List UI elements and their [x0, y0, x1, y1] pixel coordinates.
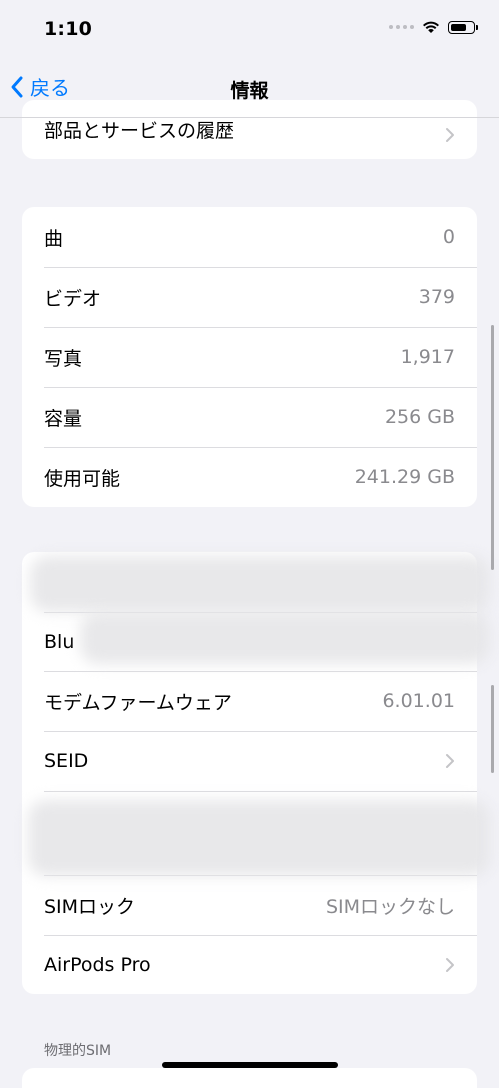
section-header-physical-sim: 物理的SIM: [44, 1043, 112, 1059]
redaction-blur: [30, 556, 490, 612]
chevron-right-icon: [446, 958, 454, 972]
stat-row-photos: 写真 1,917: [22, 327, 477, 387]
service-history-card: 部品とサービスの履歴: [22, 100, 477, 159]
stat-label: ビデオ: [44, 287, 102, 310]
stat-value: 379: [418, 286, 455, 308]
modem-firmware-value: 6.01.01: [382, 690, 455, 712]
stat-row-available: 使用可能 241.29 GB: [22, 447, 477, 507]
airpods-row[interactable]: AirPods Pro: [22, 935, 477, 994]
sim-lock-label: SIMロック: [44, 895, 136, 918]
stat-label: 写真: [44, 347, 83, 370]
status-time: 1:10: [44, 18, 93, 40]
home-indicator[interactable]: [162, 1062, 338, 1068]
battery-icon: [448, 20, 478, 34]
airpods-label: AirPods Pro: [44, 954, 151, 976]
stat-value: 256 GB: [384, 406, 455, 428]
status-bar: 1:10: [0, 0, 499, 60]
wifi-icon: [423, 21, 439, 33]
stat-value: 241.29 GB: [354, 466, 455, 488]
modem-firmware-label: モデムファームウェア: [44, 691, 232, 714]
nav-divider: [0, 117, 499, 118]
redaction-blur: [28, 800, 490, 876]
stat-row-capacity: 容量 256 GB: [22, 387, 477, 447]
seid-row[interactable]: SEID: [22, 731, 477, 791]
page-title: 情報: [230, 80, 269, 102]
chevron-right-icon: [446, 754, 454, 768]
stat-label: 曲: [44, 227, 64, 250]
stat-label: 使用可能: [44, 467, 121, 490]
scroll-indicator[interactable]: [491, 325, 494, 570]
stat-value: 0: [442, 226, 455, 248]
cellular-signal-icon: [389, 25, 414, 29]
stat-row-songs: 曲 0: [22, 207, 477, 267]
service-history-label: 部品とサービスの履歴: [44, 120, 235, 142]
status-icons: [389, 20, 478, 34]
stat-row-videos: ビデオ 379: [22, 267, 477, 327]
sim-lock-row: SIMロック SIMロックなし: [22, 875, 477, 935]
chevron-right-icon: [446, 128, 454, 142]
stat-value: 1,917: [400, 346, 455, 368]
sim-lock-value: SIMロックなし: [325, 895, 455, 918]
scroll-indicator[interactable]: [491, 685, 494, 773]
seid-label: SEID: [44, 750, 89, 772]
redaction-blur: [80, 612, 490, 664]
physical-sim-card: [22, 1068, 477, 1088]
modem-firmware-row: モデムファームウェア 6.01.01: [22, 671, 477, 731]
stat-label: 容量: [44, 407, 83, 430]
service-history-row[interactable]: 部品とサービスの履歴: [22, 100, 477, 159]
storage-stats-card: 曲 0 ビデオ 379 写真 1,917 容量 256 GB 使用可能 241.…: [22, 207, 477, 507]
